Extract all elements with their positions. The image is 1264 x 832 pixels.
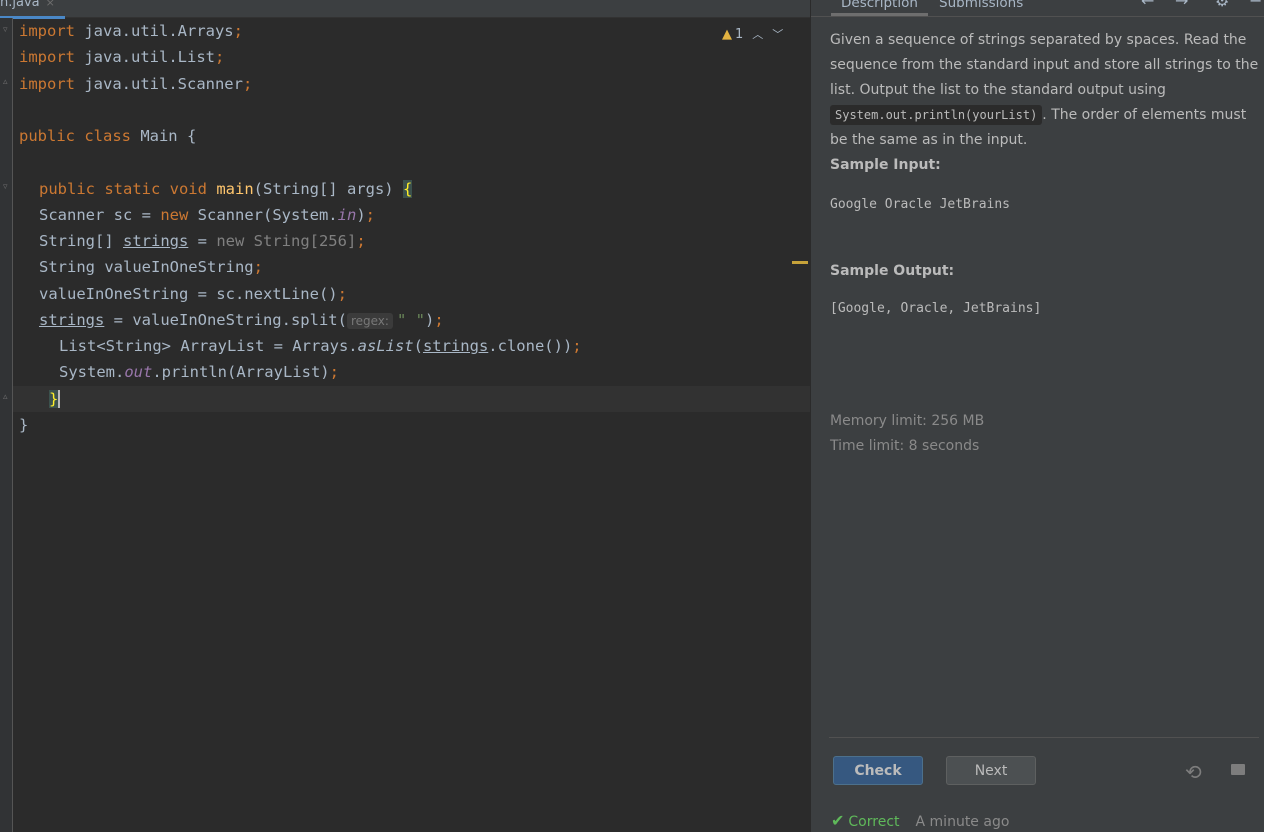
gear-icon[interactable]: ⚙ [1215, 0, 1229, 10]
arrow-right-icon[interactable]: → [1175, 0, 1188, 10]
parameter-hint: regex: [346, 313, 393, 329]
undo-icon[interactable]: ⟲ [1185, 760, 1202, 784]
code-editor[interactable]: n.java × ▿ ▵ ▿ ▵ ▲ 1 ︿ ﹀ import java.util.Ar… [0, 0, 810, 832]
status-time: A minute ago [915, 814, 1010, 830]
inline-code: System.out.println(yourList) [830, 105, 1043, 125]
code-line: } [49, 386, 61, 412]
code-line: public static void main(String[] args) { [39, 180, 413, 198]
code-line: } [19, 416, 29, 434]
code-line: Scanner sc = new Scanner(System.in); [39, 206, 375, 224]
tab-submissions[interactable]: Submissions [939, 0, 1023, 12]
code-line: System.out.println(ArrayList); [59, 363, 339, 381]
checkmark-icon: ✔ [831, 811, 845, 830]
current-line-highlight [13, 386, 810, 412]
code-line: import java.util.Scanner; [19, 75, 253, 93]
sample-output-label: Sample Output: [830, 263, 955, 279]
chevron-down-icon[interactable]: ﹀ [772, 28, 783, 41]
minimize-icon[interactable]: − [1249, 0, 1262, 10]
task-description: Given a sequence of strings separated by… [830, 28, 1260, 321]
fold-icon[interactable]: ▵ [3, 78, 11, 87]
warning-count: 1 [735, 27, 744, 42]
fold-icon[interactable]: ▿ [3, 183, 11, 192]
next-button[interactable]: Next [946, 756, 1036, 785]
sample-input-value: Google Oracle JetBrains [830, 197, 1011, 212]
tab-label: n.java [0, 0, 40, 10]
sample-input-label: Sample Input: [830, 157, 941, 173]
editor-tab-bar: n.java × [0, 0, 810, 19]
time-limit: Time limit: 8 seconds [830, 438, 980, 454]
code-line: String valueInOneString; [39, 258, 263, 276]
editor-tab-main-java[interactable]: n.java × [0, 0, 65, 19]
editor-gutter: ▿ ▵ ▿ ▵ [0, 18, 13, 832]
arrow-left-icon[interactable]: ← [1141, 0, 1154, 10]
text-caret: } [49, 390, 61, 408]
inspection-widget[interactable]: ▲ 1 ︿ ﹀ [722, 26, 783, 42]
code-line: import java.util.List; [19, 48, 225, 66]
warning-icon: ▲ [722, 27, 732, 42]
description-text: Given a sequence of strings separated by… [830, 32, 1259, 148]
code-line: String[] strings = new String[256]; [39, 232, 366, 250]
check-button[interactable]: Check [833, 756, 923, 785]
tab-description[interactable]: Description [831, 0, 928, 16]
fold-icon[interactable]: ▿ [3, 26, 11, 35]
panel-tab-bar: Description Submissions ← → ⚙ − [811, 0, 1264, 17]
chevron-up-icon[interactable]: ︿ [752, 28, 763, 41]
status-label: Correct [848, 814, 900, 830]
tab-close-icon[interactable]: × [46, 0, 55, 9]
submission-status: ✔ Correct A minute ago [831, 811, 1009, 830]
warning-scroll-marker[interactable] [792, 261, 808, 264]
divider [829, 737, 1259, 738]
code-line: import java.util.Arrays; [19, 22, 243, 40]
code-line: strings = valueInOneString.split(regex: "… [39, 311, 444, 329]
sample-output-value: [Google, Oracle, JetBrains] [830, 301, 1042, 316]
fold-icon[interactable]: ▵ [3, 393, 11, 402]
task-description-panel: Description Submissions ← → ⚙ − Given a … [810, 0, 1264, 832]
memory-limit: Memory limit: 256 MB [830, 413, 985, 429]
comment-icon[interactable] [1231, 764, 1245, 775]
code-line: valueInOneString = sc.nextLine(); [39, 285, 347, 303]
code-line: public class Main { [19, 127, 197, 145]
code-line: List<String> ArrayList = Arrays.asList(s… [59, 337, 582, 355]
